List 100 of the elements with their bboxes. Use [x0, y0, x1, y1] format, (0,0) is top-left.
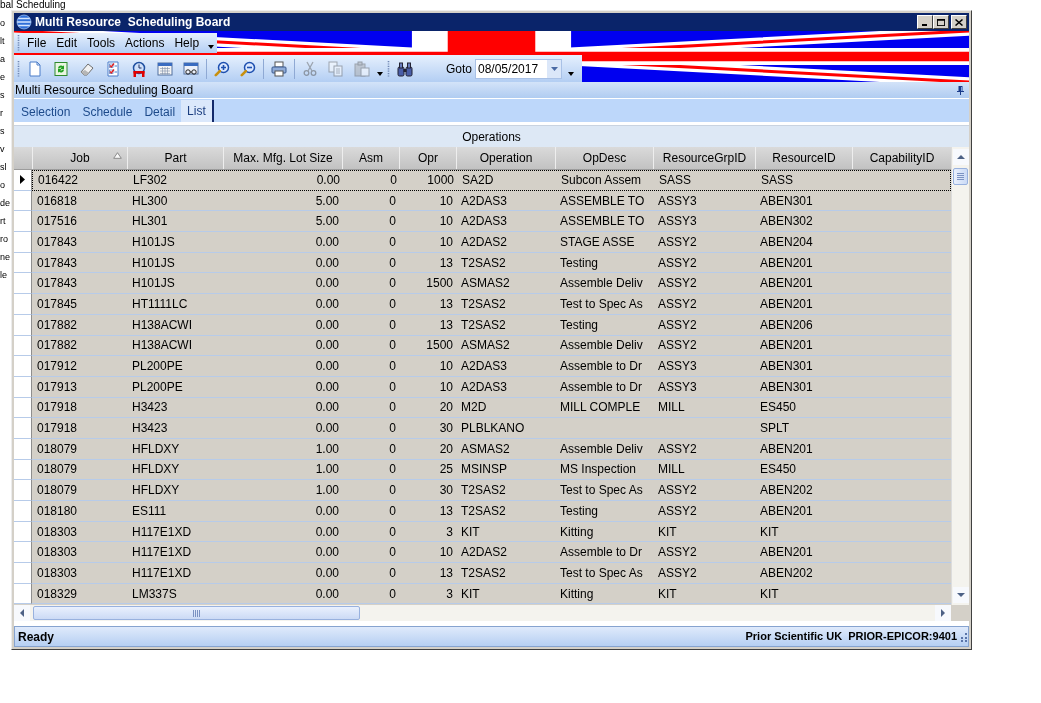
sort-ascending-icon	[113, 152, 122, 159]
table-cell-text: ASSY2	[657, 254, 698, 272]
table-cell-text: HL300	[131, 192, 169, 210]
column-header[interactable]: Max. Mfg. Lot Size	[223, 147, 342, 169]
grip-icon[interactable]	[17, 60, 20, 77]
table-cell-text: 017882	[36, 337, 79, 355]
scroll-up-button[interactable]	[952, 149, 969, 165]
background-window-text: v	[0, 143, 5, 156]
dropdown-caret-icon[interactable]	[568, 71, 574, 76]
menu-item[interactable]: Tools	[82, 34, 121, 52]
table-cell-text: HL301	[131, 213, 169, 231]
panel-title: Multi Resource Scheduling Board	[15, 83, 194, 97]
menu-item[interactable]: Actions	[120, 34, 170, 52]
column-header[interactable]: OpDesc	[555, 147, 653, 169]
close-icon[interactable]	[955, 18, 963, 26]
table-cell-text: H138ACWI	[131, 337, 194, 355]
window-glasses-icon[interactable]	[183, 60, 199, 77]
dropdown-arrow-icon[interactable]	[550, 66, 558, 71]
table-cell-text: MILL	[657, 461, 686, 479]
tab[interactable]: List	[181, 100, 214, 122]
background-window-text: ro	[0, 233, 8, 246]
table-cell-text: 0	[388, 440, 397, 458]
table-cell-text: HFLDXY	[131, 461, 181, 479]
table-cell-text: KIT	[759, 585, 780, 603]
table-cell-text: ABEN201	[759, 502, 814, 520]
dropdown-caret-icon[interactable]	[377, 71, 383, 76]
menu-item[interactable]: File	[22, 34, 52, 52]
table-cell-text: ABEN201	[759, 544, 814, 562]
binoculars-icon[interactable]	[397, 60, 413, 77]
close-button[interactable]	[951, 15, 967, 29]
table-cell-text: T2SAS2	[460, 295, 507, 313]
table-cell-text: 0.00	[314, 275, 340, 293]
printer-icon[interactable]	[271, 60, 287, 77]
dropdown-caret-icon[interactable]	[208, 45, 215, 49]
column-header[interactable]: Operation	[456, 147, 555, 169]
horizontal-scrollbar[interactable]	[14, 605, 951, 621]
table-cell-text: A2DAS3	[460, 378, 509, 396]
table-cell-text: 0.00	[314, 564, 340, 582]
table-cell-text: ABEN301	[759, 378, 814, 396]
table-cell-text: 1.00	[314, 440, 340, 458]
table-cell-text: T2SAS2	[460, 482, 507, 500]
refresh-icon[interactable]	[53, 60, 69, 77]
column-header[interactable]: Part	[127, 147, 223, 169]
table-cell-text: 018079	[36, 461, 79, 479]
document-icon[interactable]	[27, 60, 43, 77]
maximize-button[interactable]	[933, 15, 949, 29]
table-cell-text: 0.00	[314, 295, 340, 313]
scrollbar-thumb[interactable]	[33, 606, 360, 620]
resize-grip-icon[interactable]	[959, 631, 967, 642]
table-cell-text: 0	[389, 172, 398, 190]
tab[interactable]: Detail	[138, 102, 182, 122]
grip-icon[interactable]	[17, 35, 20, 51]
table-cell-text: 30	[438, 420, 454, 438]
vertical-scrollbar[interactable]	[951, 147, 969, 605]
table-cell-text: ABEN301	[759, 192, 814, 210]
zoom-in-icon[interactable]	[214, 60, 230, 77]
alarm-clock-icon[interactable]	[131, 60, 147, 77]
date-field[interactable]: 08/05/2017	[475, 58, 562, 79]
calendar-icon[interactable]	[157, 60, 173, 77]
table-cell-text: Assemble to Dr	[559, 358, 644, 376]
minimize-button[interactable]	[917, 15, 933, 29]
tab[interactable]: Selection	[15, 102, 77, 122]
zoom-out-icon[interactable]	[240, 60, 256, 77]
table-cell-text: Kitting	[559, 585, 595, 603]
table-cell-text: ABEN201	[759, 295, 814, 313]
table-cell-text: 018303	[36, 544, 79, 562]
maximize-icon[interactable]	[937, 18, 945, 26]
grip-icon[interactable]	[387, 60, 390, 77]
scroll-left-button[interactable]	[14, 605, 30, 621]
table-cell-text: 0.00	[314, 358, 340, 376]
column-header[interactable]: Asm	[342, 147, 399, 169]
table-cell-text: Assemble Deliv	[559, 440, 644, 458]
scrollbar-thumb[interactable]	[953, 168, 968, 185]
left-arrow-icon	[20, 609, 24, 617]
table-cell-text: 5.00	[314, 213, 340, 231]
column-header[interactable]: Job	[32, 147, 127, 169]
table-cell-text: H117E1XD	[131, 523, 193, 541]
table-cell-text: 0	[388, 482, 397, 500]
table-cell-text: 0	[388, 420, 397, 438]
table-cell-text: 0	[388, 295, 397, 313]
scroll-right-button[interactable]	[935, 605, 951, 621]
pin-icon[interactable]	[957, 85, 964, 95]
menu-item[interactable]: Help	[169, 34, 205, 52]
table-cell-text: ABEN202	[759, 564, 814, 582]
row-selector[interactable]	[14, 170, 32, 191]
table-cell-text: SASS	[760, 172, 794, 190]
column-header[interactable]: ResourceGrpID	[653, 147, 755, 169]
column-header[interactable]: Opr	[399, 147, 456, 169]
background-window-text: lt	[0, 35, 5, 48]
scroll-down-button[interactable]	[952, 587, 969, 603]
table-cell-text: 018329	[36, 585, 79, 603]
table-cell-text: 017882	[36, 316, 79, 334]
checklist-icon[interactable]	[105, 60, 121, 77]
menu-item[interactable]: Edit	[51, 34, 83, 52]
table-cell-text: M2D	[460, 399, 488, 417]
table-cell-text: 0.00	[314, 378, 340, 396]
tab[interactable]: Schedule	[76, 102, 139, 122]
table-cell-text: 0.00	[314, 420, 340, 438]
column-header[interactable]: ResourceID	[755, 147, 852, 169]
table-cell-text: 0	[388, 316, 397, 334]
